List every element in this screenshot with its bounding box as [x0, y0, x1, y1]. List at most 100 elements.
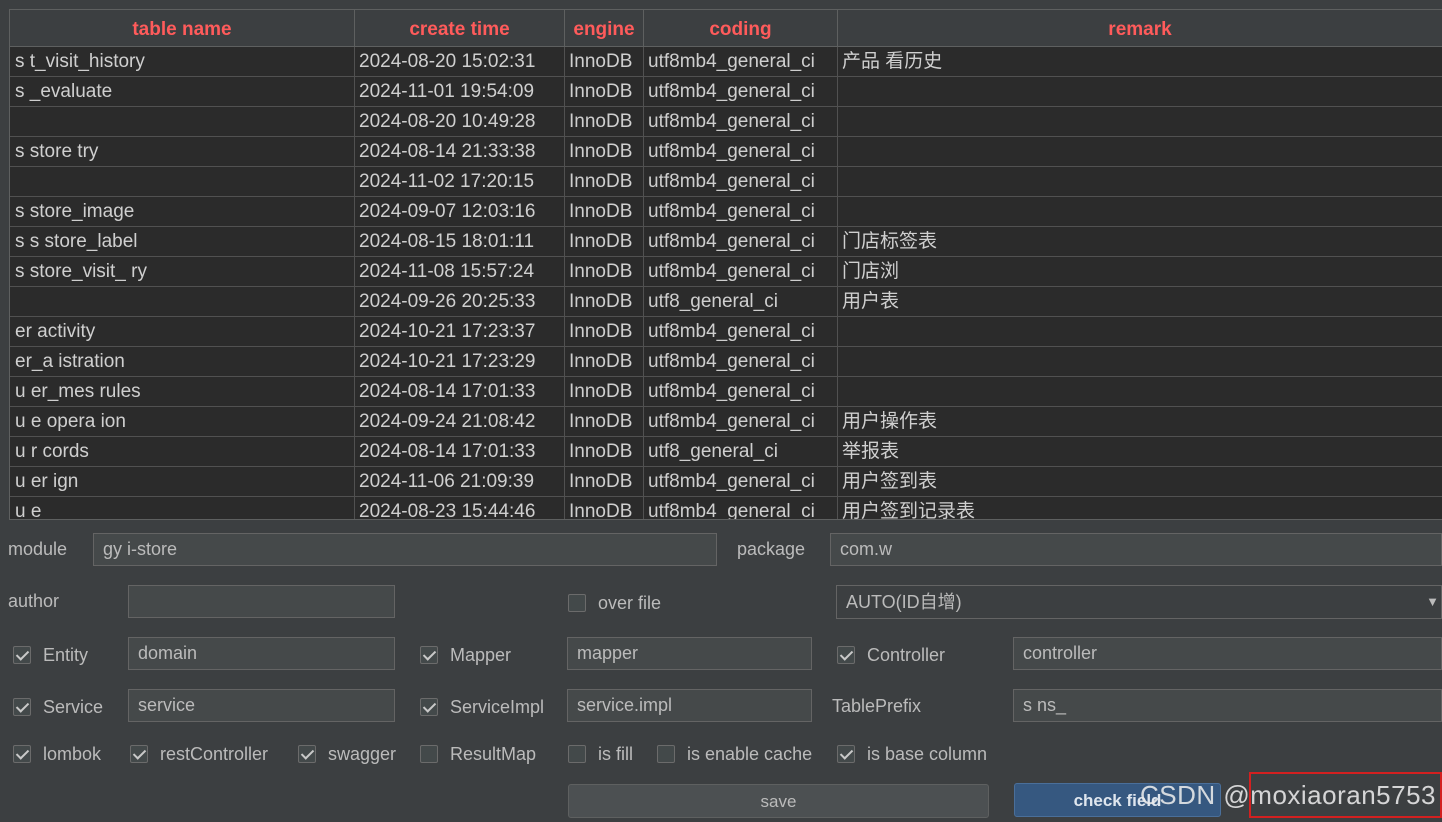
cell-coding: utf8mb4_general_ci — [644, 227, 838, 257]
entity-label: Entity — [43, 644, 89, 665]
cell-create-time: 2024-11-02 17:20:15 — [355, 167, 565, 197]
restcontroller-checkbox[interactable]: restController — [130, 743, 268, 765]
checkbox-box[interactable] — [13, 646, 31, 664]
cell-engine: InnoDB — [565, 197, 644, 227]
cell-coding: utf8mb4_general_ci — [644, 317, 838, 347]
checkbox-box[interactable] — [568, 594, 586, 612]
cell-engine: InnoDB — [565, 377, 644, 407]
lombok-checkbox[interactable]: lombok — [13, 743, 101, 765]
cell-table-name: u r cords — [10, 437, 355, 467]
service-input[interactable]: service — [128, 689, 395, 722]
is-fill-checkbox[interactable]: is fill — [568, 743, 633, 765]
table-row[interactable]: u r cords 2024-08-14 17:01:33 InnoDB utf8_g… — [10, 437, 1442, 467]
swagger-checkbox[interactable]: swagger — [298, 743, 396, 765]
mapper-checkbox[interactable]: Mapper — [420, 644, 511, 666]
controller-label: Controller — [867, 644, 946, 665]
cell-remark — [838, 167, 1442, 197]
cell-table-name: s store_visit_ ry — [10, 257, 355, 287]
cell-engine: InnoDB — [565, 317, 644, 347]
table-row[interactable]: u er ign 2024-11-06 21:09:39 InnoDB utf8mb4… — [10, 467, 1442, 497]
module-label: module — [8, 539, 68, 559]
entity-checkbox[interactable]: Entity — [13, 644, 88, 666]
checkbox-box[interactable] — [837, 745, 855, 763]
cell-table-name — [10, 167, 355, 197]
cell-engine: InnoDB — [565, 47, 644, 77]
dropdown-arrow-icon[interactable]: ▼ — [1426, 586, 1439, 618]
table-row[interactable]: 2024-11-02 17:20:15 InnoDB utf8mb4_general… — [10, 167, 1442, 197]
checkbox-box[interactable] — [837, 646, 855, 664]
tableprefix-input[interactable]: s ns_ — [1013, 689, 1442, 722]
header-create-time[interactable]: create time — [355, 10, 565, 46]
table-list[interactable]: table name create time engine coding rem… — [9, 9, 1442, 520]
cell-table-name: u e opera ion — [10, 407, 355, 437]
checkbox-box[interactable] — [13, 745, 31, 763]
cell-create-time: 2024-08-14 17:01:33 — [355, 377, 565, 407]
serviceimpl-checkbox[interactable]: ServiceImpl — [420, 696, 544, 718]
cell-create-time: 2024-11-01 19:54:09 — [355, 77, 565, 107]
header-table-name[interactable]: table name — [10, 10, 355, 46]
controller-checkbox[interactable]: Controller — [837, 644, 945, 666]
table-row[interactable]: u e 2024-08-23 15:44:46 InnoDB utf8mb4_gene… — [10, 497, 1442, 519]
cell-table-name: s store_image — [10, 197, 355, 227]
table-row[interactable]: 2024-09-26 20:25:33 InnoDB utf8_general_ci… — [10, 287, 1442, 317]
package-input[interactable]: com.w — [830, 533, 1442, 566]
header-remark[interactable]: remark — [838, 10, 1442, 46]
header-engine[interactable]: engine — [565, 10, 644, 46]
table-row[interactable]: s store try 2024-08-14 21:33:38 InnoDB utf8… — [10, 137, 1442, 167]
cell-table-name — [10, 287, 355, 317]
base-column-label: is base column — [867, 743, 988, 764]
enable-cache-checkbox[interactable]: is enable cache — [657, 743, 812, 765]
table-row[interactable]: er activity 2024-10-21 17:23:37 InnoDB utf8… — [10, 317, 1442, 347]
author-input[interactable] — [128, 585, 395, 618]
cell-table-name: er activity — [10, 317, 355, 347]
cell-coding: utf8mb4_general_ci — [644, 47, 838, 77]
checkbox-box[interactable] — [657, 745, 675, 763]
checkbox-box[interactable] — [420, 698, 438, 716]
checkbox-box[interactable] — [13, 698, 31, 716]
restcontroller-label: restController — [160, 743, 269, 764]
package-label: package — [737, 539, 806, 559]
table-row[interactable]: u er_mes rules 2024-08-14 17:01:33 InnoDB u… — [10, 377, 1442, 407]
resultmap-checkbox[interactable]: ResultMap — [420, 743, 536, 765]
entity-input[interactable]: domain — [128, 637, 395, 670]
checkbox-box[interactable] — [568, 745, 586, 763]
table-row[interactable]: s store_visit_ ry 2024-11-08 15:57:24 Inno… — [10, 257, 1442, 287]
over-file-checkbox[interactable]: over file — [568, 592, 661, 614]
table-row[interactable]: er_a istration 2024-10-21 17:23:29 InnoDB u… — [10, 347, 1442, 377]
cell-table-name: u e — [10, 497, 355, 519]
table-row[interactable]: 2024-08-20 10:49:28 InnoDB utf8mb4_general… — [10, 107, 1442, 137]
resultmap-label: ResultMap — [450, 743, 537, 764]
cell-coding: utf8mb4_general_ci — [644, 257, 838, 287]
table-row[interactable]: s s store_label 2024-08-15 18:01:11 InnoDB… — [10, 227, 1442, 257]
cell-create-time: 2024-08-23 15:44:46 — [355, 497, 565, 519]
table-row[interactable]: s _evaluate 2024-11-01 19:54:09 InnoDB utf8… — [10, 77, 1442, 107]
mapper-input[interactable]: mapper — [567, 637, 812, 670]
cell-engine: InnoDB — [565, 107, 644, 137]
module-input[interactable]: gy i-store — [93, 533, 717, 566]
checkbox-box[interactable] — [298, 745, 316, 763]
cell-create-time: 2024-09-07 12:03:16 — [355, 197, 565, 227]
checkbox-box[interactable] — [420, 646, 438, 664]
cell-remark — [838, 197, 1442, 227]
cell-table-name — [10, 107, 355, 137]
service-checkbox[interactable]: Service — [13, 696, 103, 718]
cell-coding: utf8mb4_general_ci — [644, 107, 838, 137]
tableprefix-label: TablePrefix — [832, 696, 922, 716]
checkbox-box[interactable] — [130, 745, 148, 763]
controller-input[interactable]: controller — [1013, 637, 1442, 670]
base-column-checkbox[interactable]: is base column — [837, 743, 987, 765]
checkbox-box[interactable] — [420, 745, 438, 763]
serviceimpl-input[interactable]: service.impl — [567, 689, 812, 722]
table-row[interactable]: s t_visit_history 2024-08-20 15:02:31 Inno… — [10, 47, 1442, 77]
cell-engine: InnoDB — [565, 257, 644, 287]
lombok-label: lombok — [43, 743, 102, 764]
header-coding[interactable]: coding — [644, 10, 838, 46]
table-row[interactable]: s store_image 2024-09-07 12:03:16 InnoDB ut… — [10, 197, 1442, 227]
id-type-select[interactable]: AUTO(ID自增) ▼ — [836, 585, 1442, 619]
save-button[interactable]: save — [568, 784, 989, 818]
cell-engine: InnoDB — [565, 167, 644, 197]
cell-coding: utf8mb4_general_ci — [644, 347, 838, 377]
cell-create-time: 2024-08-14 21:33:38 — [355, 137, 565, 167]
table-row[interactable]: u e opera ion 2024-09-24 21:08:42 InnoDB ut… — [10, 407, 1442, 437]
cell-engine: InnoDB — [565, 287, 644, 317]
